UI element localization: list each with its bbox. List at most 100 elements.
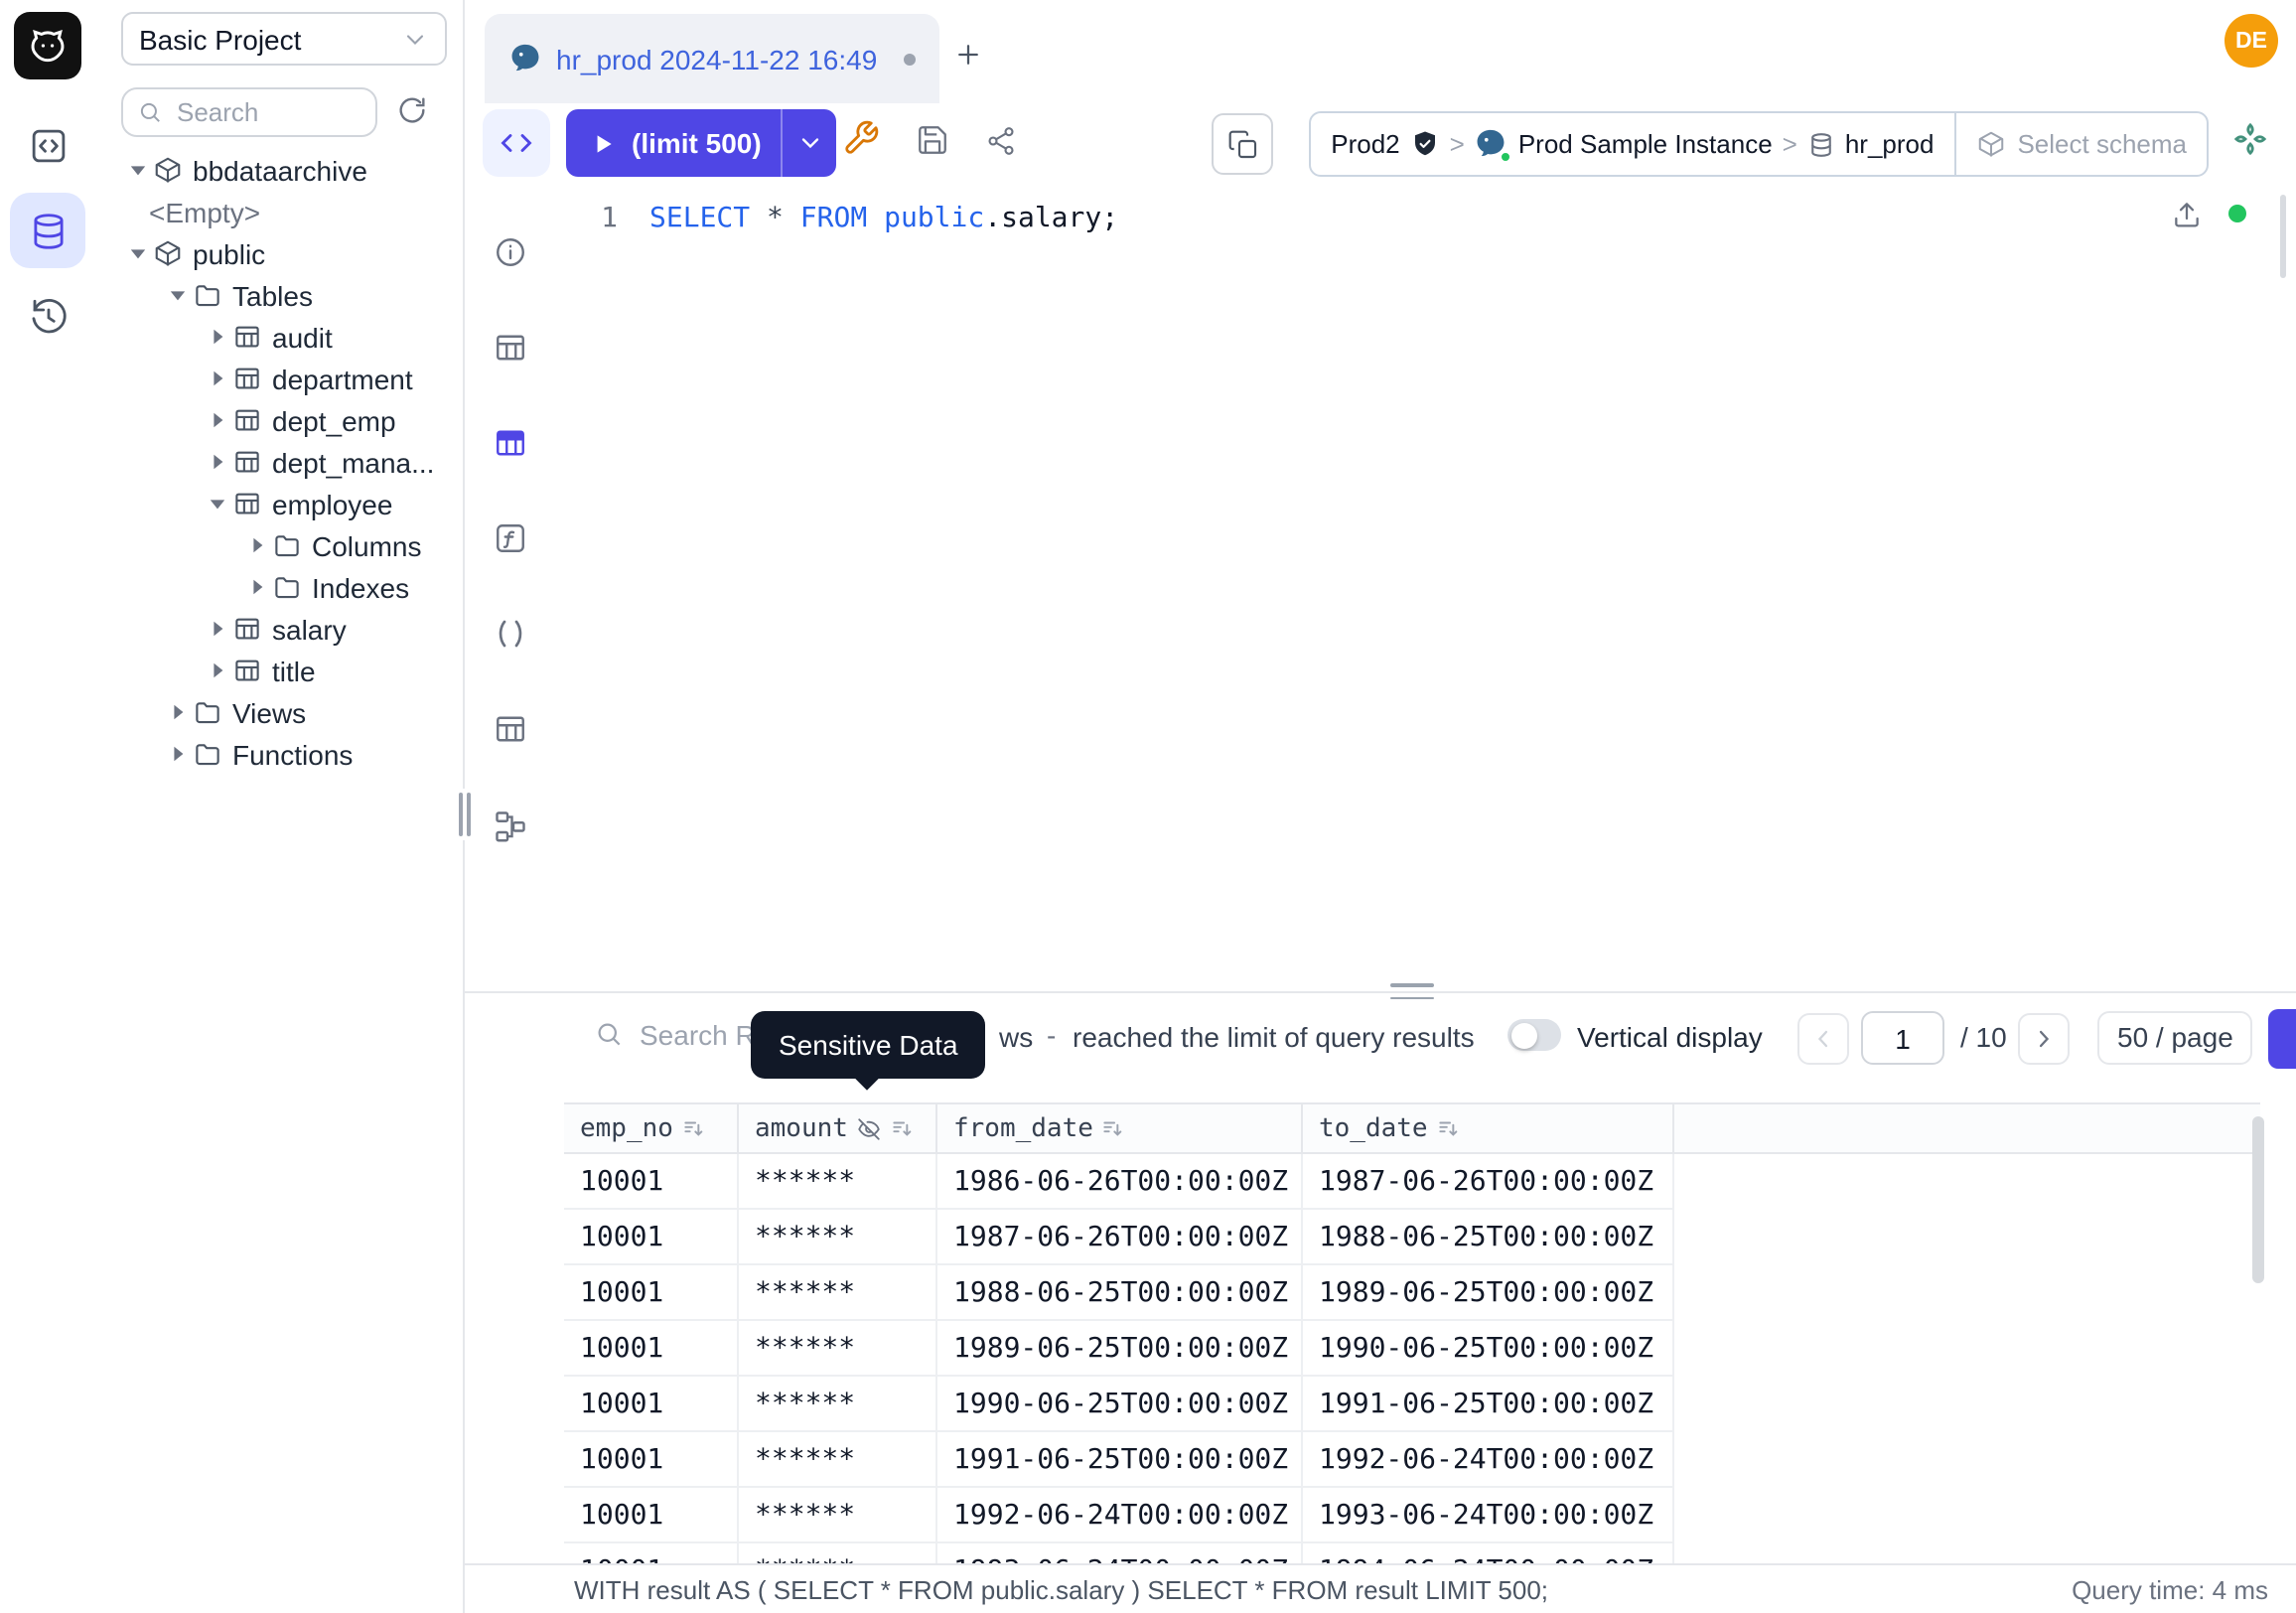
caret-right-icon[interactable] (244, 578, 268, 596)
ai-assistant-button[interactable] (2230, 119, 2270, 159)
history-nav-button[interactable] (10, 278, 85, 354)
prev-page-button[interactable] (1797, 1013, 1849, 1065)
sql-mode-button[interactable] (483, 109, 550, 177)
sort-icon[interactable] (890, 1115, 916, 1141)
tab-hr-prod[interactable]: hr_prod 2024-11-22 16:49 (485, 14, 938, 103)
cell[interactable]: ****** (739, 1543, 937, 1563)
cell[interactable]: 10001 (564, 1321, 739, 1375)
tree-item-employee[interactable]: employee (95, 483, 463, 524)
cell[interactable]: 10001 (564, 1432, 739, 1486)
cell[interactable]: 1987-06-26T00:00:00Z (937, 1210, 1303, 1263)
tree-item-dept-emp[interactable]: dept_emp (95, 399, 463, 441)
cell[interactable]: 10001 (564, 1265, 739, 1319)
caret-right-icon[interactable] (165, 703, 189, 721)
tree-item-salary[interactable]: salary (95, 608, 463, 650)
cell[interactable]: 1992-06-24T00:00:00Z (937, 1488, 1303, 1541)
project-select[interactable]: Basic Project (121, 12, 447, 66)
cell[interactable]: 10001 (564, 1377, 739, 1430)
tree-item-indexes[interactable]: Indexes (95, 566, 463, 608)
next-page-button[interactable] (2018, 1013, 2070, 1065)
caret-right-icon[interactable] (244, 536, 268, 554)
column-header-from-date[interactable]: from_date (937, 1104, 1303, 1152)
cell[interactable]: 1994-06-24T00:00:00Z (1303, 1543, 1674, 1563)
tree-item-empty[interactable]: <Empty> (95, 191, 463, 232)
cell[interactable]: 1988-06-25T00:00:00Z (1303, 1210, 1674, 1263)
cell[interactable]: ****** (739, 1432, 937, 1486)
caret-right-icon[interactable] (205, 661, 228, 679)
database-nav-button[interactable] (10, 193, 85, 268)
cell[interactable]: ****** (739, 1210, 937, 1263)
caret-right-icon[interactable] (205, 453, 228, 471)
cell[interactable]: 1990-06-25T00:00:00Z (937, 1377, 1303, 1430)
caret-down-icon[interactable] (165, 286, 189, 304)
results-scrollbar[interactable] (2252, 1116, 2264, 1283)
page-number-input[interactable] (1861, 1011, 1944, 1065)
caret-down-icon[interactable] (125, 244, 149, 262)
eye-off-icon[interactable] (856, 1115, 882, 1141)
save-button[interactable] (916, 123, 949, 157)
tables-panel-icon[interactable] (493, 330, 528, 366)
sidebar-search-input[interactable] (173, 95, 361, 129)
column-header-to-date[interactable]: to_date (1303, 1104, 1674, 1152)
vertical-display-toggle[interactable] (1507, 1019, 1561, 1051)
cell[interactable]: 1992-06-24T00:00:00Z (1303, 1432, 1674, 1486)
column-header-amount[interactable]: amount (739, 1104, 937, 1152)
tree-item-functions[interactable]: Functions (95, 733, 463, 775)
cell[interactable]: ****** (739, 1488, 937, 1541)
sidebar-resize-handle[interactable] (455, 789, 475, 840)
user-avatar[interactable]: DE (2224, 14, 2278, 68)
sort-icon[interactable] (1436, 1115, 1462, 1141)
schema-diagram-panel-icon[interactable] (493, 808, 528, 844)
caret-right-icon[interactable] (205, 328, 228, 346)
cell[interactable]: 10001 (564, 1543, 739, 1563)
select-schema-button[interactable]: Select schema (1953, 113, 2207, 175)
sql-editor[interactable]: 1 SELECT * FROM public.salary; (558, 187, 2296, 993)
cell[interactable]: 1986-06-26T00:00:00Z (937, 1154, 1303, 1208)
cell[interactable]: 1993-06-24T00:00:00Z (1303, 1488, 1674, 1541)
info-icon[interactable] (493, 234, 528, 270)
cell[interactable]: 1993-06-24T00:00:00Z (937, 1543, 1303, 1563)
tree-item-bbdataarchive[interactable]: bbdataarchive (95, 149, 463, 191)
caret-down-icon[interactable] (125, 161, 149, 179)
sensitive-table-icon[interactable] (493, 425, 528, 461)
connection-path[interactable]: Prod2 > Prod Sample Instance > hr_prod (1311, 113, 1953, 175)
sql-code-line[interactable]: SELECT * FROM public.salary; (649, 203, 1118, 234)
editor-scrollbar[interactable] (2280, 195, 2286, 278)
cell[interactable]: 1989-06-25T00:00:00Z (1303, 1265, 1674, 1319)
page-size-select[interactable]: 50 / page (2097, 1011, 2253, 1065)
caret-down-icon[interactable] (205, 495, 228, 513)
cell[interactable]: 1990-06-25T00:00:00Z (1303, 1321, 1674, 1375)
refresh-icon[interactable] (395, 93, 429, 127)
cell[interactable]: ****** (739, 1265, 937, 1319)
views-panel-icon[interactable] (493, 711, 528, 747)
sidebar-search[interactable] (121, 87, 377, 137)
batch-query-button[interactable] (1212, 113, 1273, 175)
column-header-emp-no[interactable]: emp_no (564, 1104, 739, 1152)
tree-item-tables[interactable]: Tables (95, 274, 463, 316)
cell[interactable]: 1991-06-25T00:00:00Z (1303, 1377, 1674, 1430)
cell[interactable]: ****** (739, 1154, 937, 1208)
cell[interactable]: 1989-06-25T00:00:00Z (937, 1321, 1303, 1375)
worksheet-nav-button[interactable] (10, 107, 85, 183)
cell[interactable]: 1988-06-25T00:00:00Z (937, 1265, 1303, 1319)
sort-icon[interactable] (1101, 1115, 1127, 1141)
procedures-panel-icon[interactable] (493, 616, 528, 652)
tree-item-columns[interactable]: Columns (95, 524, 463, 566)
tree-item-title[interactable]: title (95, 650, 463, 691)
run-options-chevron-icon[interactable] (784, 109, 837, 177)
panel-resize-handle[interactable] (1390, 983, 1434, 999)
caret-right-icon[interactable] (205, 369, 228, 387)
caret-right-icon[interactable] (165, 745, 189, 763)
tree-item-department[interactable]: department (95, 358, 463, 399)
cell[interactable]: 1987-06-26T00:00:00Z (1303, 1154, 1674, 1208)
cell[interactable]: 10001 (564, 1154, 739, 1208)
cell[interactable]: 1991-06-25T00:00:00Z (937, 1432, 1303, 1486)
cell[interactable]: ****** (739, 1377, 937, 1430)
tree-item-views[interactable]: Views (95, 691, 463, 733)
format-sql-button[interactable] (842, 119, 880, 157)
caret-right-icon[interactable] (205, 620, 228, 638)
add-tab-button[interactable] (941, 28, 993, 79)
collapsed-side-panel-button[interactable] (2268, 1009, 2296, 1069)
sort-icon[interactable] (681, 1115, 707, 1141)
caret-right-icon[interactable] (205, 411, 228, 429)
